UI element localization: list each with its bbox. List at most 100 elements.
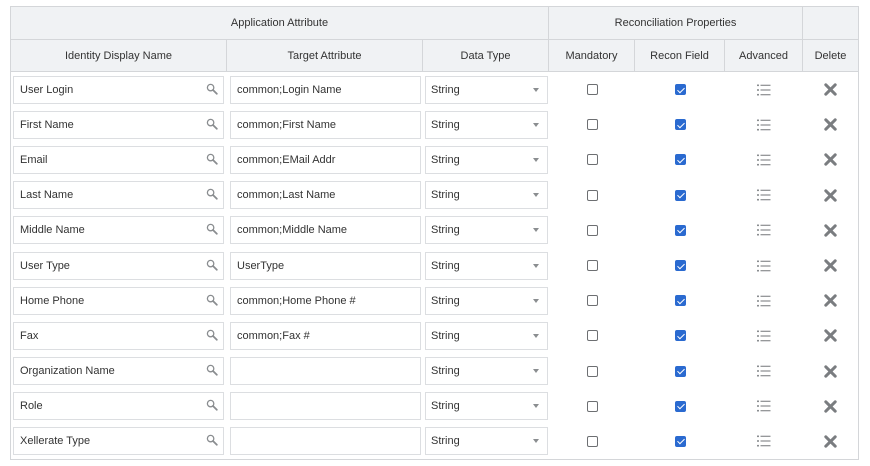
search-icon[interactable] [206, 83, 218, 95]
target-attribute-field[interactable]: common;Home Phone # [230, 286, 421, 315]
chevron-down-icon [533, 228, 539, 233]
target-attribute-field[interactable]: common;Last Name [230, 181, 421, 210]
recon-field-checkbox[interactable] [674, 154, 686, 166]
identity-display-name-field[interactable]: Xellerate Type [13, 427, 224, 456]
identity-display-name-field[interactable]: Fax [13, 321, 224, 350]
data-type-select[interactable]: String [425, 427, 548, 456]
recon-field-checkbox[interactable] [674, 330, 686, 342]
search-icon[interactable] [206, 399, 218, 411]
search-icon[interactable] [206, 188, 218, 200]
identity-display-name-field[interactable]: Email [13, 145, 224, 174]
data-type-select[interactable]: String [425, 110, 548, 139]
search-icon[interactable] [206, 118, 218, 130]
recon-field-checkbox[interactable] [674, 119, 686, 131]
list-icon[interactable] [757, 119, 771, 131]
list-icon[interactable] [757, 260, 771, 272]
data-type-select[interactable]: String [425, 145, 548, 174]
list-icon[interactable] [757, 435, 771, 447]
search-icon[interactable] [206, 434, 218, 447]
close-icon[interactable] [824, 188, 837, 202]
mandatory-checkbox[interactable] [586, 84, 598, 96]
recon-field-checkbox[interactable] [674, 435, 686, 447]
mandatory-checkbox[interactable] [586, 189, 598, 201]
list-icon[interactable] [757, 224, 771, 236]
data-type-select[interactable]: String [425, 392, 548, 421]
chevron-down-icon [533, 333, 539, 338]
identity-display-name-field[interactable]: Organization Name [13, 357, 224, 386]
target-attribute-field[interactable] [230, 427, 421, 456]
mandatory-checkbox[interactable] [586, 154, 598, 166]
list-icon[interactable] [757, 295, 771, 307]
mandatory-checkbox[interactable] [586, 435, 598, 447]
close-icon[interactable] [824, 153, 837, 167]
close-icon[interactable] [824, 83, 837, 96]
identity-display-name-field[interactable]: User Type [13, 251, 224, 280]
list-icon[interactable] [757, 400, 771, 412]
data-type-select[interactable]: String [425, 321, 548, 350]
list-icon[interactable] [757, 330, 771, 342]
list-icon[interactable] [757, 189, 771, 201]
identity-display-name-field[interactable]: Middle Name [13, 216, 224, 245]
recon-field-checkbox[interactable] [674, 189, 686, 201]
list-icon[interactable] [757, 84, 771, 96]
table-row: Fax common;Fax # String [11, 318, 858, 353]
mandatory-checkbox[interactable] [586, 224, 598, 236]
search-icon[interactable] [206, 294, 218, 306]
chevron-down-icon [533, 87, 539, 92]
search-icon[interactable] [206, 153, 218, 165]
target-attribute-field[interactable]: common;Middle Name [230, 216, 421, 245]
target-attribute-field[interactable]: common;First Name [230, 110, 421, 139]
close-icon[interactable] [824, 118, 837, 131]
target-attribute-field[interactable] [230, 392, 421, 421]
data-type-select[interactable]: String [425, 251, 548, 280]
data-type-select[interactable]: String [425, 286, 548, 315]
mandatory-checkbox[interactable] [586, 330, 598, 342]
table-row: Home Phone common;Home Phone # String [11, 283, 858, 318]
close-icon[interactable] [824, 364, 837, 378]
close-icon[interactable] [824, 400, 837, 413]
recon-field-checkbox[interactable] [674, 400, 686, 412]
data-type-select[interactable]: String [425, 181, 548, 210]
mandatory-checkbox[interactable] [586, 365, 598, 377]
table-row: Organization Name String [11, 354, 858, 389]
mandatory-checkbox[interactable] [586, 400, 598, 412]
search-icon[interactable] [206, 364, 218, 376]
target-attribute-field[interactable]: common;EMail Addr [230, 145, 421, 174]
close-icon[interactable] [824, 294, 837, 307]
data-type-value: String [431, 259, 460, 272]
target-attribute-field[interactable]: UserType [230, 251, 421, 280]
identity-display-name-value: Email [20, 153, 48, 166]
group-reconciliation-properties: Reconciliation Properties [549, 7, 803, 39]
close-icon[interactable] [824, 329, 837, 343]
identity-display-name-field[interactable]: Last Name [13, 181, 224, 210]
mandatory-checkbox[interactable] [586, 260, 598, 272]
data-type-select[interactable]: String [425, 357, 548, 386]
search-icon[interactable] [206, 259, 218, 271]
list-icon[interactable] [757, 365, 771, 377]
mandatory-checkbox[interactable] [586, 295, 598, 307]
identity-display-name-field[interactable]: First Name [13, 110, 224, 139]
data-type-select[interactable]: String [425, 75, 548, 104]
list-icon[interactable] [757, 154, 771, 166]
recon-field-checkbox[interactable] [674, 224, 686, 236]
search-icon[interactable] [206, 223, 218, 236]
chevron-down-icon [533, 157, 539, 162]
close-icon[interactable] [824, 224, 837, 237]
col-delete: Delete [814, 49, 847, 62]
mandatory-checkbox[interactable] [586, 119, 598, 131]
close-icon[interactable] [824, 259, 837, 272]
identity-display-name-field[interactable]: Home Phone [13, 286, 224, 315]
col-mandatory: Mandatory [549, 40, 635, 71]
recon-field-checkbox[interactable] [674, 84, 686, 96]
target-attribute-field[interactable]: common;Login Name [230, 75, 421, 104]
identity-display-name-field[interactable]: User Login [13, 75, 224, 104]
recon-field-checkbox[interactable] [674, 260, 686, 272]
recon-field-checkbox[interactable] [674, 365, 686, 377]
data-type-select[interactable]: String [425, 216, 548, 245]
close-icon[interactable] [824, 435, 837, 448]
search-icon[interactable] [206, 329, 218, 341]
target-attribute-field[interactable]: common;Fax # [230, 321, 421, 350]
identity-display-name-field[interactable]: Role [13, 392, 224, 421]
recon-field-checkbox[interactable] [674, 295, 686, 307]
target-attribute-field[interactable] [230, 357, 421, 386]
